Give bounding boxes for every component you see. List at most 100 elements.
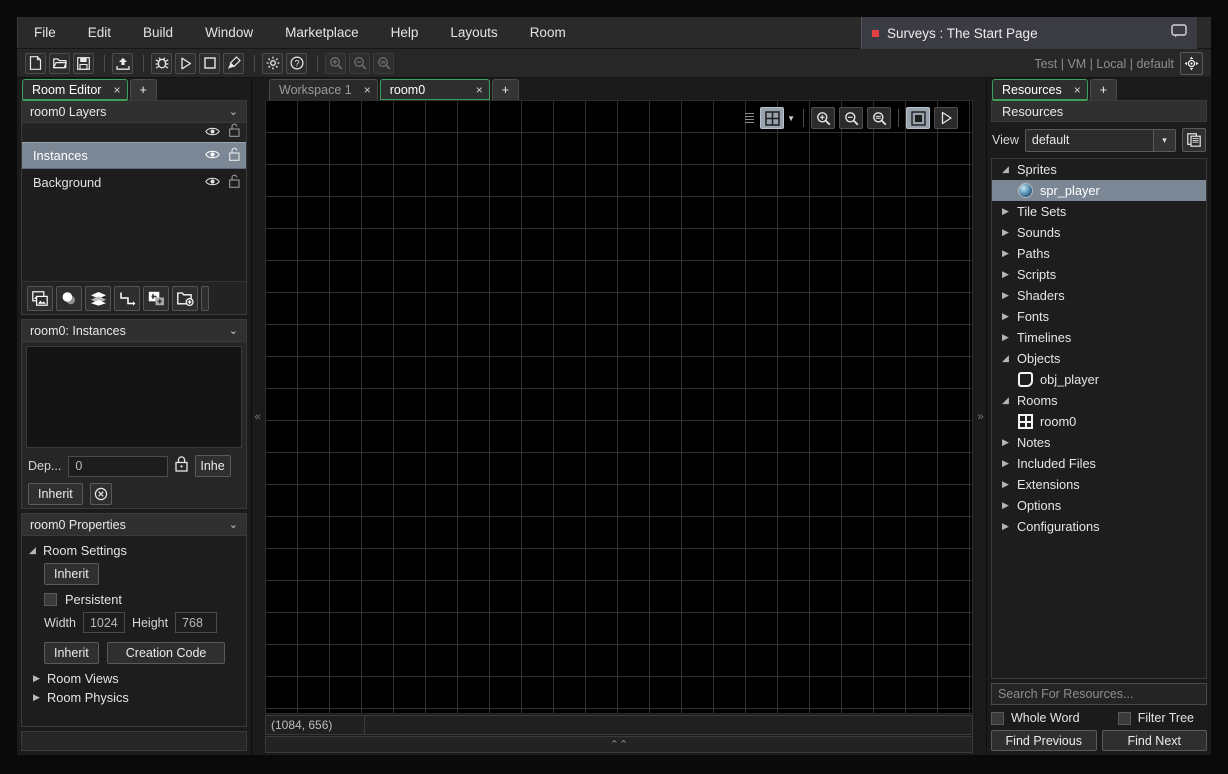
tree-node-included-files[interactable]: ▶ Included Files [992, 453, 1206, 474]
stop-icon[interactable] [199, 52, 220, 74]
instances-panel-header[interactable]: room0: Instances ⌄ [22, 320, 246, 342]
properties-panel-header[interactable]: room0 Properties ⌄ [22, 514, 246, 536]
layer-row-instances[interactable]: Instances [22, 142, 246, 169]
menu-layouts[interactable]: Layouts [434, 17, 513, 48]
inherit-button[interactable]: Inherit [28, 483, 83, 505]
triangle-expanded-icon[interactable]: ◢ [1002, 164, 1010, 175]
view-select[interactable]: default ▾ [1024, 128, 1176, 152]
menu-edit[interactable]: Edit [72, 17, 127, 48]
zoom-out-icon[interactable] [839, 107, 863, 129]
preferences-icon[interactable] [262, 52, 283, 74]
filter-tree-checkbox[interactable] [1117, 711, 1131, 725]
help-icon[interactable]: ? [286, 52, 307, 74]
resource-tree[interactable]: ◢ Sprites spr_player ▶ Tile Sets ▶ Sounds ▶… [991, 158, 1207, 679]
chevron-down-icon[interactable]: ⌄ [229, 105, 238, 118]
creation-code-button[interactable]: Creation Code [106, 642, 226, 664]
triangle-collapsed-icon[interactable]: ▶ [32, 692, 41, 703]
menu-help[interactable]: Help [375, 17, 435, 48]
add-instance-layer-icon[interactable] [143, 285, 169, 311]
triangle-collapsed-icon[interactable]: ▶ [1002, 500, 1010, 511]
clean-icon[interactable] [223, 52, 244, 74]
eye-icon[interactable] [205, 148, 220, 163]
project-title-chip[interactable]: Surveys : The Start Page [861, 17, 1197, 49]
add-asset-layer-icon[interactable] [56, 285, 82, 311]
tree-node-obj-player[interactable]: obj_player [992, 369, 1206, 390]
grid-toggle-icon[interactable] [760, 107, 785, 129]
menu-window[interactable]: Window [189, 17, 269, 48]
find-previous-button[interactable]: Find Previous [991, 730, 1097, 751]
triangle-collapsed-icon[interactable]: ▶ [1002, 248, 1010, 259]
zoom-out-icon[interactable] [349, 52, 370, 74]
tree-node-options[interactable]: ▶ Options [992, 495, 1206, 516]
triangle-collapsed-icon[interactable]: ▶ [1002, 227, 1010, 238]
triangle-collapsed-icon[interactable]: ▶ [1002, 311, 1010, 322]
triangle-expanded-icon[interactable]: ◢ [28, 545, 37, 556]
layers-panel-header[interactable]: room0 Layers ⌄ [22, 101, 246, 123]
zoom-reset-icon[interactable] [867, 107, 891, 129]
close-icon[interactable]: × [1074, 83, 1081, 97]
view-bounds-icon[interactable] [906, 107, 930, 129]
menu-build[interactable]: Build [127, 17, 189, 48]
triangle-collapsed-icon[interactable]: ▶ [1002, 290, 1010, 301]
triangle-collapsed-icon[interactable]: ▶ [32, 673, 41, 684]
tree-node-paths[interactable]: ▶ Paths [992, 243, 1206, 264]
persistent-row[interactable]: Persistent [44, 588, 240, 610]
search-input[interactable]: Search For Resources... [991, 683, 1207, 705]
chevron-down-icon[interactable]: ▾ [1153, 129, 1175, 151]
creation-inherit-button[interactable]: Inherit [44, 642, 99, 664]
room-width-input[interactable]: 1024 [82, 612, 125, 633]
find-next-button[interactable]: Find Next [1101, 730, 1207, 751]
tree-node-objects[interactable]: ◢ Objects [992, 348, 1206, 369]
close-icon[interactable]: × [113, 83, 120, 97]
add-background-layer-icon[interactable] [27, 285, 53, 311]
depth-input[interactable]: 0 [68, 455, 169, 477]
output-collapse-strip[interactable]: ⌃⌃ [265, 736, 973, 753]
toolbar-grip-icon[interactable] [745, 113, 755, 123]
add-workspace-tab-button[interactable]: + [491, 79, 520, 100]
tree-node-configurations[interactable]: ▶ Configurations [992, 516, 1206, 537]
tab-room-editor[interactable]: Room Editor × [22, 79, 128, 101]
triangle-collapsed-icon[interactable]: ▶ [1002, 479, 1010, 490]
room-settings-inherit-button[interactable]: Inherit [44, 563, 99, 585]
run-icon[interactable] [175, 52, 196, 74]
triangle-collapsed-icon[interactable]: ▶ [1002, 437, 1010, 448]
persistent-checkbox[interactable] [44, 592, 57, 606]
tab-resources[interactable]: Resources × [992, 79, 1088, 101]
chat-icon[interactable] [1171, 23, 1187, 43]
left-collapse-handle[interactable]: « [252, 78, 263, 755]
add-folder-icon[interactable] [172, 285, 198, 311]
tree-node-timelines[interactable]: ▶ Timelines [992, 327, 1206, 348]
lock-icon[interactable] [175, 455, 189, 477]
grid-options-chevron-icon[interactable]: ▼ [787, 114, 795, 123]
eye-icon[interactable] [205, 175, 220, 190]
layer-toolbar-overflow[interactable] [201, 285, 209, 311]
right-collapse-handle[interactable]: » [975, 78, 986, 755]
unlock-icon[interactable] [229, 174, 240, 191]
triangle-collapsed-icon[interactable]: ▶ [1002, 521, 1010, 532]
tree-node-room0[interactable]: room0 [992, 411, 1206, 432]
eye-icon[interactable] [205, 124, 220, 142]
copy-icon[interactable] [1182, 128, 1206, 152]
play-room-icon[interactable] [934, 107, 958, 129]
unlock-icon[interactable] [229, 147, 240, 164]
zoom-in-icon[interactable] [811, 107, 835, 129]
tree-node-rooms[interactable]: ◢ Rooms [992, 390, 1206, 411]
tab-workspace-1[interactable]: Workspace 1 × [269, 79, 378, 100]
close-icon[interactable]: × [364, 83, 371, 97]
room-views-section[interactable]: ▶ Room Views [28, 669, 240, 688]
save-project-icon[interactable] [73, 52, 94, 74]
depth-inherit-button[interactable]: Inhe [195, 455, 232, 477]
triangle-expanded-icon[interactable]: ◢ [1002, 353, 1010, 364]
triangle-collapsed-icon[interactable]: ▶ [1002, 206, 1010, 217]
menu-file[interactable]: File [18, 17, 72, 48]
room-physics-section[interactable]: ▶ Room Physics [28, 688, 240, 707]
import-icon[interactable] [112, 52, 133, 74]
menu-room[interactable]: Room [514, 17, 582, 48]
triangle-collapsed-icon[interactable]: ▶ [1002, 269, 1010, 280]
unlock-icon[interactable] [229, 123, 240, 142]
instances-list[interactable] [26, 346, 242, 448]
tree-node-sounds[interactable]: ▶ Sounds [992, 222, 1206, 243]
tree-node-spr-player[interactable]: spr_player [992, 180, 1206, 201]
close-icon[interactable]: × [476, 83, 483, 97]
tree-node-fonts[interactable]: ▶ Fonts [992, 306, 1206, 327]
